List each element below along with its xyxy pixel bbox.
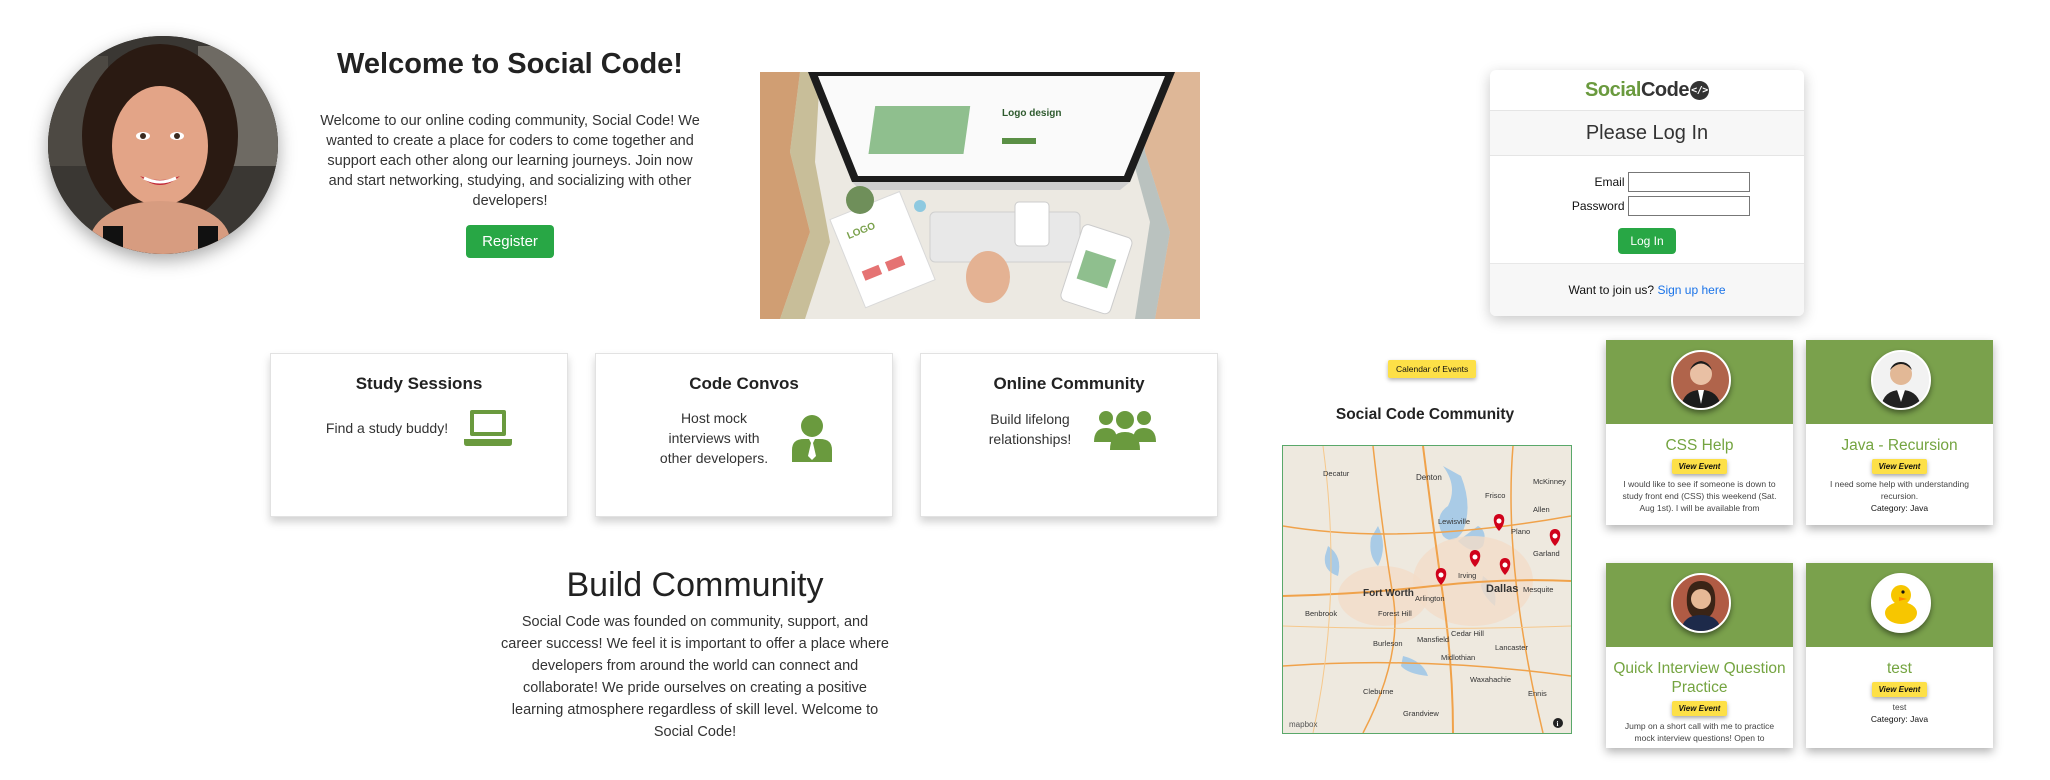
feature-card-online-community: Online Community Build lifelong relation… [920, 353, 1218, 517]
join-text: Want to join us? [1568, 283, 1655, 297]
event-user-avatar [1671, 350, 1731, 410]
map-city-label: Plano [1511, 527, 1530, 536]
community-title: Social Code Community [1335, 406, 1515, 423]
password-field[interactable] [1627, 196, 1750, 216]
event-description: I would like to see if someone is down t… [1622, 479, 1777, 513]
map-city-label: Lancaster [1495, 643, 1528, 652]
feature-text: Build lifelong relationships! [988, 411, 1072, 447]
event-description: I need some help with understanding recu… [1830, 479, 1969, 501]
map-city-label: Benbrook [1305, 609, 1337, 618]
event-user-avatar [1871, 350, 1931, 410]
map-city-label: Ennis [1528, 689, 1547, 698]
profile-photo-illustration [48, 36, 278, 254]
event-user-avatar [1671, 573, 1731, 633]
map-city-label: Fort Worth [1363, 588, 1414, 599]
event-banner [1806, 340, 1993, 424]
hero-desk-illustration: Logo design LOGO [760, 72, 1200, 319]
logo-code-text: Code [1640, 78, 1690, 101]
welcome-text: Welcome to our online coding community, … [320, 113, 700, 209]
feature-title: Study Sessions [355, 374, 483, 393]
event-card-css-help[interactable]: CSS Help View Event I would like to see … [1606, 340, 1793, 525]
event-card-java-recursion[interactable]: Java - Recursion View Event I need some … [1806, 340, 1993, 525]
build-community-title: Build Community [566, 566, 824, 604]
map-city-label: Waxahachie [1470, 675, 1511, 684]
logo-social-text: Social [1585, 78, 1641, 101]
event-banner [1606, 340, 1793, 424]
event-banner [1606, 563, 1793, 647]
code-brackets-icon: </> [1689, 80, 1709, 100]
calendar-of-events-badge[interactable]: Calendar of Events [1388, 360, 1477, 378]
socialcode-logo: Social Code </> [1490, 70, 1804, 110]
event-title: Quick Interview Question Practice [1613, 660, 1786, 696]
info-icon-glyph: i [1557, 720, 1559, 728]
map-city-label: Mesquite [1523, 585, 1553, 594]
login-form: Email Password Log In [1490, 156, 1804, 254]
register-button[interactable]: Register [466, 225, 554, 258]
view-event-button[interactable]: View Event [1671, 701, 1728, 716]
feature-title: Online Community [993, 374, 1145, 393]
email-field[interactable] [1627, 172, 1750, 192]
person-tie-icon [792, 415, 832, 462]
password-row: Password [1490, 194, 1804, 218]
profile-photo [48, 36, 278, 254]
map-canvas: Decatur Denton McKinney Frisco Allen Lew… [1283, 446, 1571, 733]
laptop-icon [464, 410, 513, 446]
map-city-label: Frisco [1485, 491, 1505, 500]
feature-card-study-sessions: Study Sessions Find a study buddy! [270, 353, 568, 517]
build-community-text: Social Code was founded on community, su… [501, 614, 889, 740]
duck-avatar-icon [1871, 573, 1931, 633]
map-city-label: Decatur [1323, 469, 1350, 478]
event-title: CSS Help [1665, 437, 1734, 454]
feature-title: Code Convos [689, 374, 799, 393]
email-label: Email [1594, 175, 1625, 189]
map-city-label: Garland [1533, 549, 1560, 558]
map-city-label: Mansfield [1417, 635, 1449, 644]
view-event-button[interactable]: View Event [1871, 682, 1928, 697]
feature-text: Host mock interviews with other develope… [659, 410, 769, 466]
hero-screen-heading: Logo design [1002, 108, 1061, 119]
login-heading: Please Log In [1490, 110, 1804, 156]
signup-link[interactable]: Sign up here [1657, 283, 1725, 297]
event-title: Java - Recursion [1841, 437, 1958, 454]
map-city-label: Midlothian [1441, 653, 1475, 662]
feature-card-code-convos: Code Convos Host mock interviews with ot… [595, 353, 893, 517]
login-card: Social Code </> Please Log In Email Passwo… [1490, 70, 1804, 316]
map-city-label: Denton [1416, 473, 1442, 482]
map-attribution: mapbox [1289, 720, 1317, 729]
event-description: Jump on a short call with me to practice… [1624, 721, 1775, 743]
build-community-section: Build Community Social Code was founded … [500, 566, 890, 743]
community-map[interactable]: Decatur Denton McKinney Frisco Allen Lew… [1282, 445, 1572, 734]
map-city-label: Burleson [1373, 639, 1403, 648]
map-city-label: Irving [1458, 571, 1476, 580]
login-button[interactable]: Log In [1618, 228, 1676, 254]
welcome-title: Welcome to Social Code! [337, 48, 683, 80]
map-city-label: Dallas [1486, 583, 1518, 595]
map-city-label: Allen [1533, 505, 1550, 514]
map-city-label: Cleburne [1363, 687, 1393, 696]
email-row: Email [1490, 170, 1804, 194]
users-icon [1093, 411, 1156, 450]
password-label: Password [1571, 199, 1625, 213]
event-description: test [1892, 702, 1907, 712]
event-banner [1806, 563, 1993, 647]
hero-image: Logo design LOGO [760, 72, 1200, 319]
view-event-button[interactable]: View Event [1671, 459, 1728, 474]
event-card-quick-interview[interactable]: Quick Interview Question Practice View E… [1606, 563, 1793, 748]
map-city-label: Cedar Hill [1451, 629, 1484, 638]
signup-footer: Want to join us? Sign up here [1490, 263, 1804, 316]
feature-text: Find a study buddy! [325, 420, 449, 436]
map-city-label: Forest Hill [1378, 609, 1412, 618]
event-card-test[interactable]: test View Event test Category: Java [1806, 563, 1993, 748]
map-city-label: Arlington [1415, 594, 1445, 603]
event-category: Category: Java [1870, 714, 1929, 724]
map-city-label: Lewisville [1438, 517, 1470, 526]
welcome-section: Welcome to Social Code! Welcome to our o… [320, 48, 700, 258]
map-city-label: Grandview [1403, 709, 1439, 718]
map-city-label: McKinney [1533, 477, 1566, 486]
event-title: test [1887, 660, 1912, 677]
view-event-button[interactable]: View Event [1871, 459, 1928, 474]
event-category: Category: Java [1870, 503, 1929, 513]
